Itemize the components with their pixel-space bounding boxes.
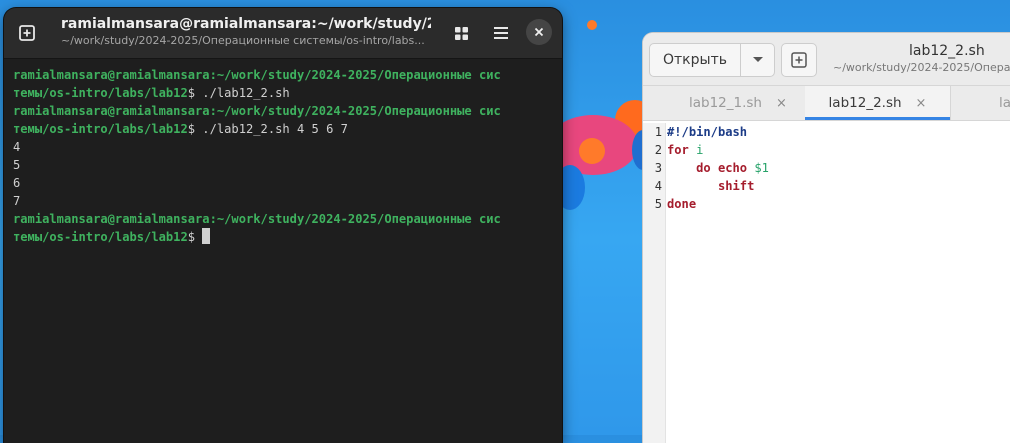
document-path: ~/work/study/2024-2025/Опера	[833, 61, 1010, 74]
open-file-button-group: Открыть	[649, 43, 775, 77]
code-keyword: do	[696, 161, 711, 175]
grid-icon	[454, 26, 468, 40]
code-lines[interactable]: #!/bin/bash for i do echo $1 shift done	[667, 123, 769, 213]
open-dropdown-button[interactable]	[741, 44, 774, 76]
document-title: lab12_2.sh	[909, 43, 985, 59]
hamburger-menu-icon	[494, 27, 508, 39]
open-button[interactable]: Открыть	[650, 44, 741, 76]
editor-title-block: lab12_2.sh ~/work/study/2024-2025/Опера	[833, 43, 1010, 74]
terminal-line: ramialmansara@ramialmansara:~/work/study…	[13, 68, 501, 82]
new-tab-button[interactable]	[13, 19, 41, 47]
chevron-down-icon	[752, 57, 763, 62]
terminal-line: темы/os-intro/labs/lab12$ ./lab12_2.sh	[13, 86, 290, 100]
terminal-line: темы/os-intro/labs/lab12$	[13, 228, 211, 244]
terminal-output[interactable]: ramialmansara@ramialmansara:~/work/study…	[4, 59, 562, 253]
main-menu-button[interactable]	[487, 19, 515, 47]
code-variable: $1	[754, 161, 769, 175]
tab-overview-button[interactable]	[447, 19, 475, 47]
terminal-line: 7	[13, 194, 21, 208]
tab-lab12-1[interactable]: lab12_1.sh ×	[689, 86, 787, 120]
tab-lab12-other[interactable]: la	[999, 86, 1010, 120]
terminal-line: темы/os-intro/labs/lab12$ ./lab12_2.sh 4…	[13, 122, 348, 136]
tab-close-button[interactable]: ×	[776, 96, 787, 111]
code-keyword: done	[667, 197, 697, 211]
terminal-line: 4	[13, 140, 21, 154]
code-keyword: echo	[717, 161, 748, 175]
terminal-line: ramialmansara@ramialmansara:~/work/study…	[13, 212, 501, 226]
tab-label: la	[999, 95, 1010, 111]
tab-label: lab12_1.sh	[689, 95, 762, 111]
tab-close-button[interactable]: ×	[916, 96, 927, 111]
desktop-wallpaper-blob	[587, 20, 597, 30]
terminal-line: 6	[13, 176, 21, 190]
editor-headerbar: Открыть lab12_2.sh ~/work/study/2024-202…	[643, 33, 1010, 86]
code-keyword: for	[667, 143, 689, 157]
code-shebang: #!/bin/bash	[667, 125, 748, 139]
code-variable: i	[696, 143, 704, 157]
terminal-title-block: ramialmansara@ramialmansara:~/work/study…	[61, 16, 431, 47]
new-document-button[interactable]	[781, 43, 817, 77]
line-number: 3	[654, 161, 662, 175]
plus-box-icon	[791, 52, 807, 68]
tab-separator	[950, 86, 951, 120]
terminal-line: ramialmansara@ramialmansara:~/work/study…	[13, 104, 501, 118]
editor-tab-bar: lab12_1.sh × lab12_2.sh × la	[643, 86, 1010, 121]
line-number-gutter: 1 2 3 4 5	[643, 123, 666, 443]
close-window-button[interactable]	[526, 19, 552, 45]
close-icon	[534, 27, 544, 37]
terminal-subtitle: ~/work/study/2024-2025/Операционные сист…	[61, 34, 425, 47]
tab-lab12-2[interactable]: lab12_2.sh ×	[805, 86, 950, 120]
terminal-title: ramialmansara@ramialmansara:~/work/study…	[61, 16, 431, 32]
text-cursor	[202, 228, 211, 244]
plus-box-icon	[19, 25, 35, 41]
text-editor-window[interactable]: Открыть lab12_2.sh ~/work/study/2024-202…	[643, 33, 1010, 443]
line-number: 2	[654, 143, 662, 157]
line-number: 5	[654, 197, 662, 211]
code-keyword: shift	[717, 179, 755, 193]
terminal-headerbar: ramialmansara@ramialmansara:~/work/study…	[4, 8, 562, 59]
terminal-line: 5	[13, 158, 21, 172]
line-number: 4	[654, 179, 662, 193]
desktop-wallpaper-blob	[579, 138, 605, 164]
tab-label: lab12_2.sh	[828, 95, 902, 111]
line-number: 1	[654, 125, 662, 139]
terminal-window[interactable]: ramialmansara@ramialmansara:~/work/study…	[4, 8, 562, 443]
